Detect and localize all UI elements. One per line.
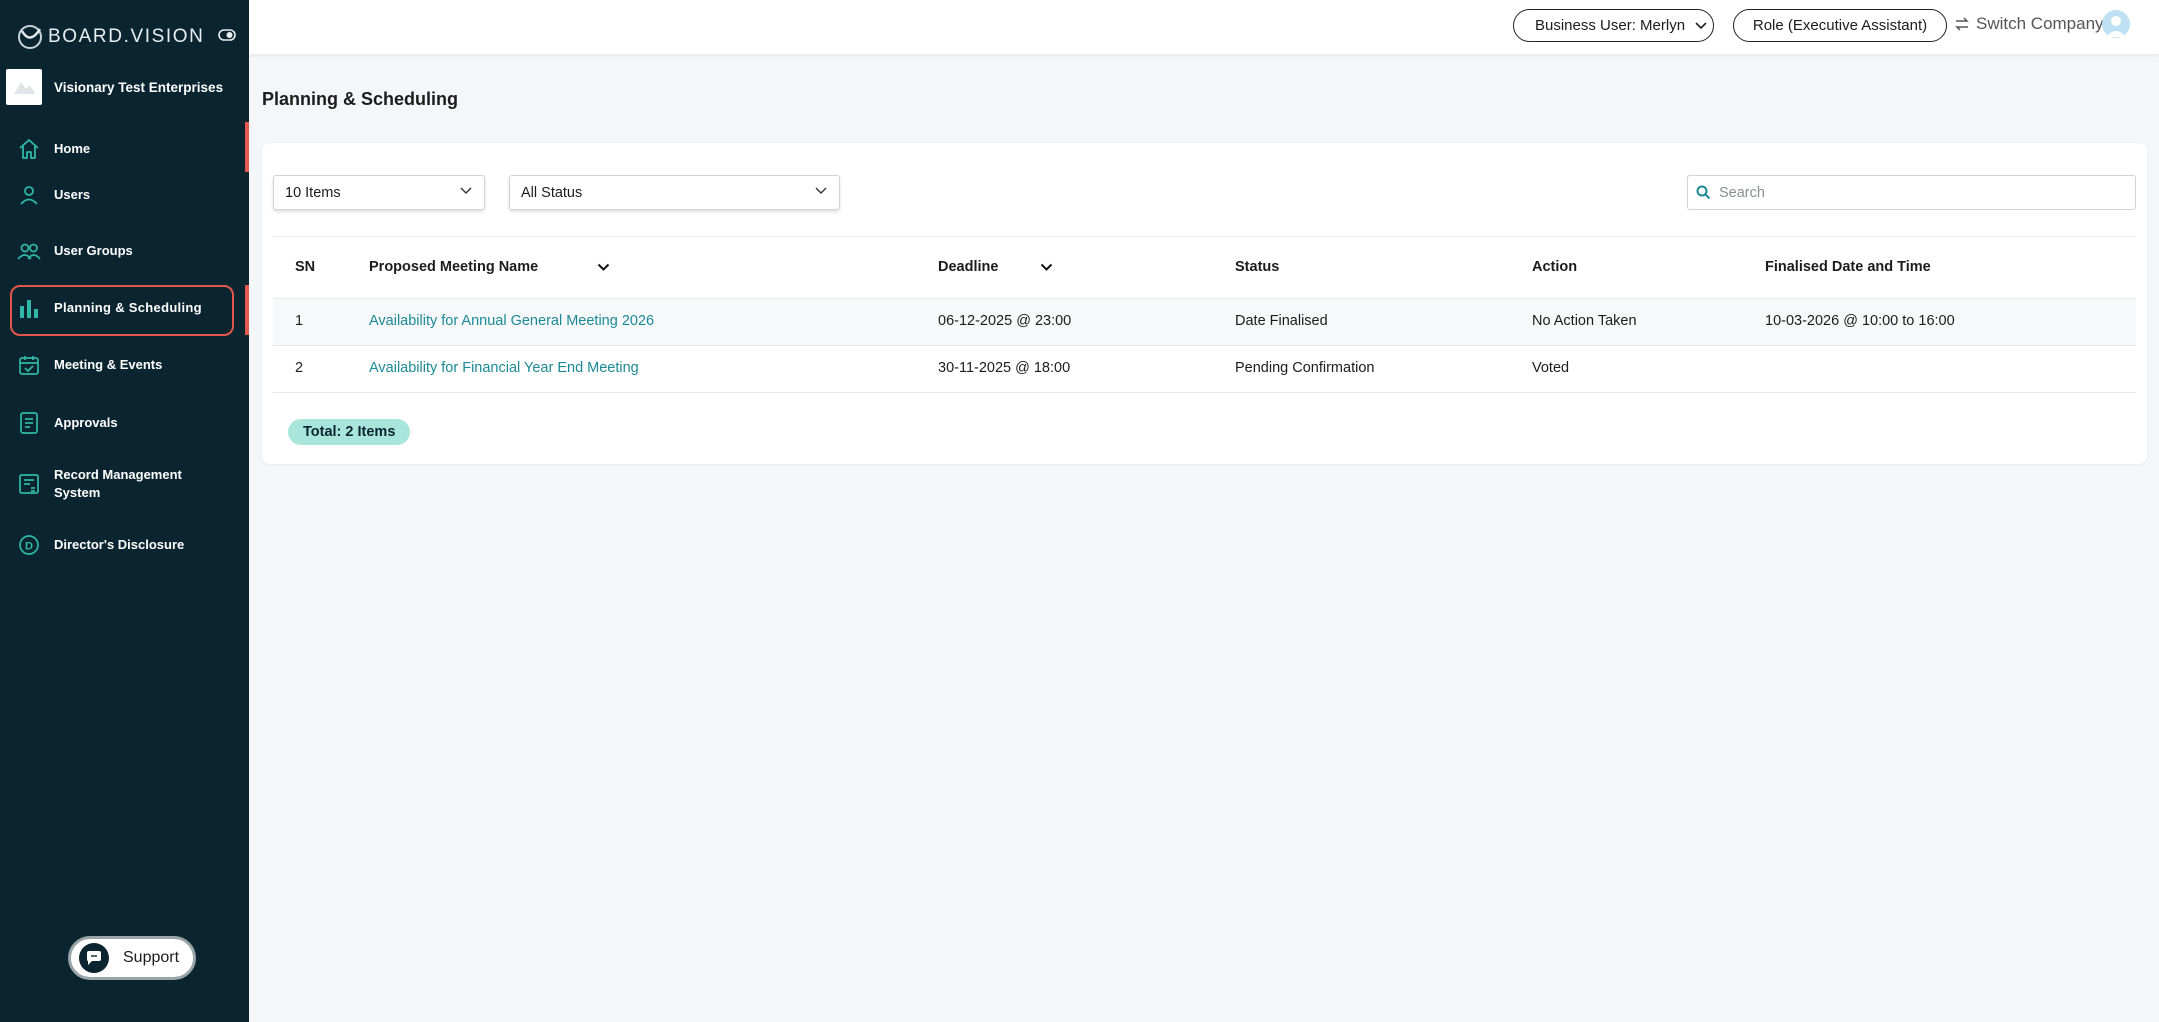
calendar-icon	[16, 352, 42, 378]
column-header-name[interactable]: Proposed Meeting Name	[369, 259, 610, 275]
column-header-label: Proposed Meeting Name	[369, 259, 539, 275]
chevron-down-icon[interactable]	[1040, 263, 1053, 272]
chevron-down-icon[interactable]	[597, 263, 610, 272]
switch-company-label: Switch Company	[1976, 14, 2104, 33]
table-row: 2 Availability for Financial Year End Me…	[273, 346, 2136, 393]
meeting-name-link[interactable]: Availability for Annual General Meeting …	[369, 313, 654, 329]
selected-item-indicator	[245, 285, 249, 335]
cell-deadline: 06-12-2025 @ 23:00	[938, 313, 1072, 329]
status-filter-select[interactable]: All Status	[509, 175, 840, 210]
logo-icon	[18, 25, 42, 49]
sidebar-item-label: Record Management System	[54, 467, 182, 500]
d-circle-icon: D	[16, 532, 42, 558]
chevron-down-icon	[815, 187, 827, 194]
total-items-badge: Total: 2 Items	[288, 419, 411, 445]
sidebar-item-directors-disclosure[interactable]: D Director's Disclosure	[0, 532, 249, 558]
sidebar-item-user-groups[interactable]: User Groups	[0, 238, 249, 264]
company-name: Visionary Test Enterprises	[54, 79, 224, 95]
user-icon	[16, 182, 42, 208]
cell-status: Date Finalised	[1235, 313, 1328, 329]
chat-bubble-icon	[79, 943, 109, 973]
sidebar-item-approvals[interactable]: Approvals	[0, 410, 249, 436]
sidebar-item-meeting-events[interactable]: Meeting & Events	[0, 352, 249, 378]
sidebar: BOARD.VISION Visionary Test Enterprises …	[0, 0, 249, 1022]
cell-action: No Action Taken	[1532, 313, 1637, 329]
cell-status: Pending Confirmation	[1235, 360, 1375, 376]
company-switcher[interactable]: Visionary Test Enterprises	[6, 69, 223, 105]
home-icon	[16, 136, 42, 162]
search-input[interactable]	[1719, 184, 2119, 201]
items-per-page-select[interactable]: 10 Items	[273, 175, 485, 210]
sidebar-item-label: Director's Disclosure	[54, 537, 185, 552]
person-icon	[2106, 16, 2126, 37]
company-avatar	[6, 69, 42, 105]
business-user-dropdown[interactable]: Business User: Merlyn	[1513, 9, 1714, 42]
brand-name: BOARD.VISION	[48, 26, 205, 47]
chevron-down-icon	[460, 187, 472, 194]
sidebar-item-label: Home	[54, 141, 91, 156]
search-box	[1687, 175, 2136, 210]
column-header-sn: SN	[295, 259, 316, 275]
cell-sn: 1	[295, 313, 304, 329]
column-header-label: Deadline	[938, 259, 999, 275]
business-user-label: Business User: Merlyn	[1535, 17, 1686, 34]
sidebar-item-users[interactable]: Users	[0, 182, 249, 208]
table-header: SN Proposed Meeting Name Deadline Status…	[273, 236, 2136, 299]
cell-action: Voted	[1532, 360, 1570, 376]
table-row: 1 Availability for Annual General Meetin…	[273, 299, 2136, 346]
sidebar-item-home[interactable]: Home	[0, 122, 249, 174]
role-button[interactable]: Role (Executive Assistant)	[1733, 9, 1947, 42]
role-label: Role (Executive Assistant)	[1752, 17, 1928, 34]
sidebar-toggle-icon[interactable]	[218, 28, 236, 42]
records-icon	[16, 471, 42, 497]
column-header-finalised: Finalised Date and Time	[1765, 259, 1931, 275]
column-header-action: Action	[1532, 259, 1578, 275]
sidebar-item-label: Users	[54, 187, 91, 202]
cell-sn: 2	[295, 360, 304, 376]
swap-icon	[1955, 17, 1969, 31]
switch-company-button[interactable]: Switch Company	[1954, 14, 2104, 34]
sidebar-item-record-management[interactable]: Record Management System	[0, 465, 249, 503]
search-icon	[1696, 185, 1711, 200]
meeting-name-link[interactable]: Availability for Financial Year End Meet…	[369, 360, 639, 376]
sidebar-item-label: Approvals	[54, 415, 118, 430]
brand-logo[interactable]: BOARD.VISION	[16, 22, 204, 52]
support-label: Support	[123, 949, 180, 966]
status-filter-value: All Status	[521, 184, 583, 201]
cell-deadline: 30-11-2025 @ 18:00	[938, 360, 1071, 376]
column-header-deadline[interactable]: Deadline	[938, 259, 1053, 275]
document-icon	[16, 410, 42, 436]
chevron-down-icon	[1695, 21, 1707, 29]
svg-text:D: D	[25, 541, 33, 553]
user-avatar[interactable]	[2102, 10, 2130, 38]
selected-item-highlight	[10, 285, 234, 336]
sidebar-item-label: User Groups	[54, 243, 133, 258]
column-header-status: Status	[1235, 259, 1280, 275]
support-button[interactable]: Support	[68, 936, 196, 980]
items-per-page-value: 10 Items	[285, 184, 341, 201]
user-group-icon	[16, 238, 42, 264]
cell-finalised: 10-03-2026 @ 10:00 to 16:00	[1765, 313, 1955, 329]
page-title: Planning & Scheduling	[262, 89, 459, 109]
sidebar-item-label: Meeting & Events	[54, 357, 163, 372]
top-bar: Business User: Merlyn Role (Executive As…	[249, 0, 2159, 54]
content-card: 10 Items All Status SN Proposed Meeting …	[262, 143, 2147, 464]
